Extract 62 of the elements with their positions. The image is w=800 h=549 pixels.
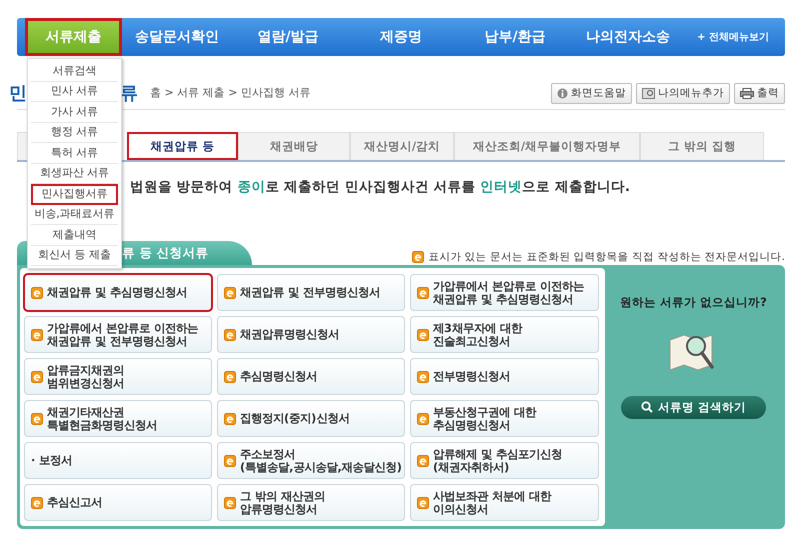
- document-button[interactable]: · 보정서: [24, 442, 212, 480]
- legend-note: 표시가 있는 문서는 표준화된 입력항목을 직접 작성하는 전자문서입니다.: [428, 250, 785, 264]
- toolbar-button[interactable]: 출력: [734, 82, 785, 104]
- page-title-fragment: 민: [9, 82, 27, 106]
- form-icon: [417, 370, 429, 383]
- document-button[interactable]: 채권압류 및 추심명령신청서: [24, 274, 212, 312]
- form-icon: [417, 496, 429, 509]
- form-icon: [224, 286, 236, 299]
- document-button[interactable]: 추심명령신청서: [217, 358, 405, 396]
- toolbar-button[interactable]: 나의메뉴추가: [636, 82, 730, 104]
- document-button[interactable]: 압류금지채권의 범위변경신청서: [24, 358, 212, 396]
- intro-text: 법원을 방문하여 종이로 제출하던 민사집행사건 서류를 인터넷으로 제출합니다.: [130, 178, 632, 197]
- document-button[interactable]: 부동산청구권에 대한 추심명령신청서: [410, 400, 599, 438]
- search-icon: [640, 401, 653, 414]
- breadcrumb: 홈 > 서류 제출 > 민사집행 서류: [150, 85, 310, 102]
- form-icon: [224, 328, 236, 341]
- document-button[interactable]: 채권압류 및 전부명령신청서: [217, 274, 405, 312]
- form-icon: [224, 370, 236, 383]
- printer-icon: [740, 88, 754, 99]
- bookmark-icon: [642, 88, 655, 99]
- document-button[interactable]: 채권기타재산권 특별현금화명령신청서: [24, 400, 212, 438]
- nav-tab[interactable]: 제증명: [344, 18, 458, 56]
- tab[interactable]: 채권배당: [238, 132, 350, 160]
- form-icon: [31, 496, 43, 509]
- document-button[interactable]: 제3채무자에 대한 진술최고신청서: [410, 316, 599, 354]
- tab[interactable]: 재산명시/감치: [350, 132, 454, 160]
- document-button[interactable]: 압류해제 및 추심포기신청 (채권자취하서): [410, 442, 599, 480]
- help-question: 원하는 서류가 없으십니까?: [620, 294, 767, 312]
- form-icon: [417, 328, 429, 341]
- search-button[interactable]: 서류명 검색하기: [620, 396, 766, 419]
- form-icon: [224, 412, 236, 425]
- nav-tab[interactable]: 납부/환급: [458, 18, 572, 56]
- tab[interactable]: 채권압류 등: [127, 132, 238, 160]
- form-icon: [412, 251, 424, 264]
- tab[interactable]: 그 밖의 집행: [640, 132, 764, 160]
- form-icon: [417, 454, 429, 467]
- form-icon: [224, 454, 236, 467]
- form-icon: [31, 286, 43, 299]
- form-icon: [31, 370, 43, 383]
- document-button[interactable]: 가압류에서 본압류로 이전하는 채권압류 및 전부명령신청서: [24, 316, 212, 354]
- page-title-fragment: 류: [120, 82, 138, 106]
- info-icon: [557, 88, 568, 99]
- form-icon: [417, 286, 429, 299]
- document-button[interactable]: 채권압류명령신청서: [217, 316, 405, 354]
- document-button[interactable]: 사법보좌관 처분에 대한 이의신청서: [410, 484, 599, 522]
- form-icon: [417, 412, 429, 425]
- toolbar-button[interactable]: 화면도움말: [551, 82, 632, 104]
- menu-item[interactable]: 민사집행서류: [31, 184, 118, 204]
- nav-tab[interactable]: 열람/발급: [232, 18, 344, 56]
- tab[interactable]: 재산조회/채무불이행자명부: [454, 132, 640, 160]
- document-button[interactable]: 추심신고서: [24, 484, 212, 522]
- document-button[interactable]: 주소보정서 (특별송달,공시송달,재송달신청): [217, 442, 405, 480]
- nav-tab[interactable]: 나의전자소송: [572, 18, 684, 56]
- all-menu-link[interactable]: + 전체메뉴보기: [691, 28, 775, 46]
- nav-tab[interactable]: 송달문서확인: [122, 18, 232, 56]
- document-button[interactable]: 가압류에서 본압류로 이전하는 채권압류 및 추심명령신청서: [410, 274, 599, 312]
- document-button[interactable]: 전부명령신청서: [410, 358, 599, 396]
- form-icon: [31, 328, 43, 341]
- document-button[interactable]: 집행정지(중지)신청서: [217, 400, 405, 438]
- form-icon: [31, 412, 43, 425]
- form-icon: [224, 496, 236, 509]
- document-button[interactable]: 그 밖의 재산권의 압류명령신청서: [217, 484, 405, 522]
